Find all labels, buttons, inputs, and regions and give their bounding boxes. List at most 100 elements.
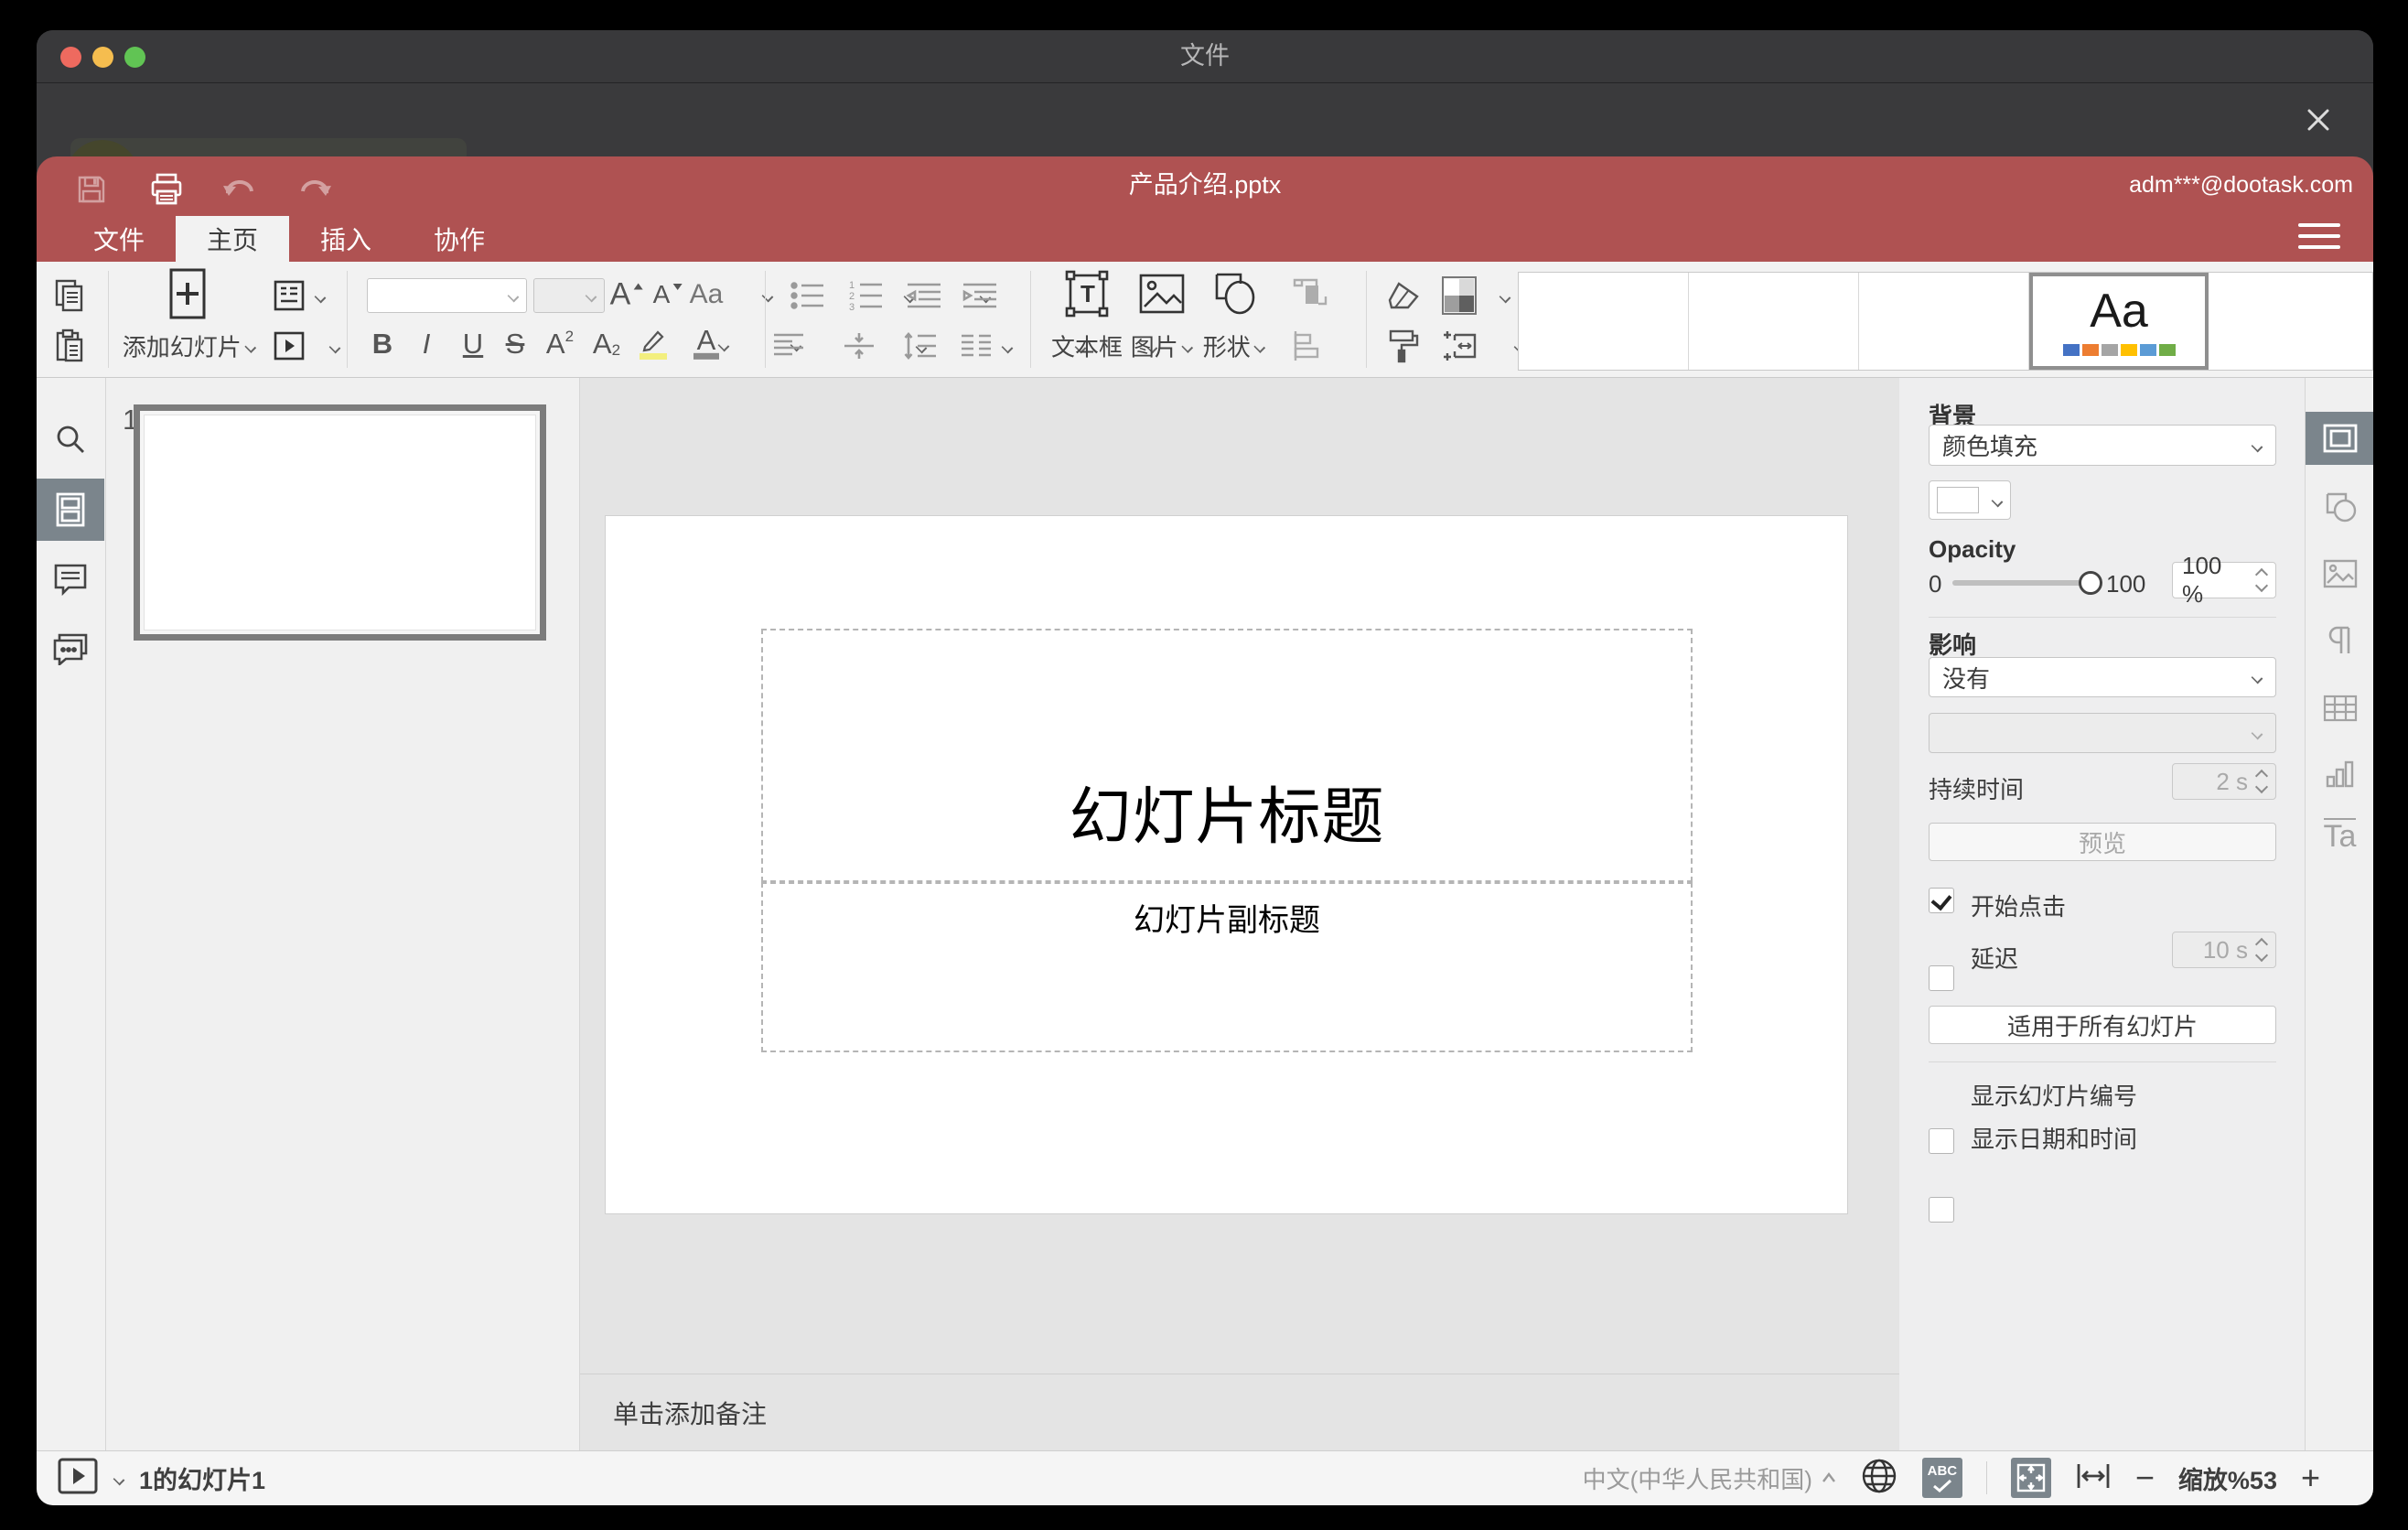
theme-option[interactable] [1859, 273, 2029, 370]
comments-icon[interactable] [37, 548, 104, 610]
slide-canvas[interactable]: 幻灯片标题 幻灯片副标题 [580, 378, 1899, 1374]
font-color-button[interactable]: A [693, 326, 719, 361]
close-icon[interactable] [2296, 98, 2340, 142]
slides-panel-icon[interactable] [37, 479, 104, 541]
columns-icon[interactable] [960, 332, 993, 360]
font-size-combo[interactable] [533, 278, 605, 313]
paragraph-settings-icon[interactable] [2306, 614, 2373, 667]
clear-style-icon[interactable] [1386, 280, 1421, 311]
shape-button[interactable]: 形状 [1203, 329, 1265, 363]
add-slide-icon[interactable] [165, 267, 210, 320]
add-slide-button[interactable]: 添加幻灯片 [123, 329, 256, 363]
slide-thumbnail[interactable] [134, 404, 546, 641]
search-icon[interactable] [37, 408, 104, 470]
highlight-color-button[interactable] [640, 329, 667, 360]
menu-icon[interactable] [2298, 220, 2340, 253]
spinner-arrows-icon[interactable] [2254, 937, 2269, 963]
fit-to-slide-button[interactable] [2010, 1458, 2051, 1498]
copy-icon[interactable] [53, 278, 86, 313]
slide-layout-icon[interactable] [272, 279, 306, 312]
arrange-icon[interactable] [1291, 276, 1329, 315]
show-slide-number-checkbox[interactable] [1929, 1128, 1954, 1154]
effect-type-select[interactable] [1929, 713, 2276, 753]
numbered-list-icon[interactable]: 123 [849, 280, 886, 311]
slide-layout-chevron-icon[interactable] [315, 291, 326, 302]
decrease-font-button[interactable]: A [653, 280, 683, 309]
image-icon[interactable] [1137, 272, 1187, 316]
opacity-spinner[interactable]: 100 % [2172, 552, 2276, 608]
text-art-settings-icon[interactable]: Ta [2306, 810, 2373, 863]
tab-insert[interactable]: 插入 [289, 216, 403, 262]
increase-font-button[interactable]: A [610, 277, 644, 313]
delay-checkbox[interactable] [1929, 965, 1954, 991]
align-shapes-icon[interactable] [1292, 329, 1328, 362]
background-color-picker[interactable] [1929, 480, 2011, 520]
start-on-click-checkbox[interactable] [1929, 888, 1954, 913]
shape-icon[interactable] [1209, 271, 1259, 317]
underline-button[interactable]: U [463, 328, 483, 361]
change-case-chevron-icon[interactable] [762, 290, 773, 301]
bullet-list-icon[interactable] [790, 281, 827, 310]
vertical-align-icon[interactable] [843, 331, 876, 361]
start-slideshow-icon[interactable] [272, 330, 306, 361]
slide-size-icon[interactable] [1440, 329, 1478, 362]
decrease-indent-icon[interactable] [906, 281, 942, 310]
shading-icon[interactable] [1441, 275, 1478, 316]
duration-spinner[interactable]: 2 s [2172, 763, 2276, 800]
slide[interactable]: 幻灯片标题 幻灯片副标题 [606, 516, 1847, 1213]
slideshow-mode-chevron-icon[interactable] [113, 1473, 124, 1484]
slide-settings-icon[interactable] [2306, 412, 2373, 465]
subscript-button[interactable]: A2 [593, 328, 620, 361]
table-settings-icon[interactable] [2306, 682, 2373, 735]
image-button[interactable]: 图片 [1131, 329, 1193, 363]
font-name-combo[interactable] [367, 278, 527, 313]
delay-spinner[interactable]: 10 s [2172, 932, 2276, 968]
tab-file[interactable]: 文件 [62, 216, 176, 262]
highlight-chevron-icon[interactable] [718, 339, 729, 350]
arrange-chevron-icon[interactable] [1500, 291, 1510, 302]
title-placeholder[interactable]: 幻灯片标题 [761, 629, 1693, 882]
line-spacing-icon[interactable] [903, 331, 938, 361]
vertical-align-chevron-icon[interactable] [1002, 341, 1013, 352]
increase-indent-icon[interactable] [962, 281, 998, 310]
preview-button[interactable]: 预览 [1929, 823, 2276, 861]
document-language-icon[interactable] [1860, 1457, 1898, 1500]
slideshow-chevron-icon[interactable] [329, 341, 340, 352]
language-selector[interactable]: 中文(中华人民共和国) [1583, 1461, 1836, 1495]
textbox-icon[interactable]: T [1063, 268, 1111, 319]
background-fill-select[interactable]: 颜色填充 [1929, 425, 2276, 466]
spinner-arrows-icon[interactable] [2254, 567, 2269, 593]
bold-button[interactable]: B [372, 328, 392, 361]
notes-area[interactable]: 单击添加备注 [580, 1374, 1899, 1450]
opacity-slider-track[interactable] [1952, 580, 2082, 586]
tab-collaboration[interactable]: 协作 [403, 216, 516, 262]
paste-icon[interactable] [54, 329, 85, 363]
effect-select[interactable]: 没有 [1929, 657, 2276, 697]
theme-option-selected[interactable]: Aa [2029, 273, 2209, 370]
subtitle-placeholder[interactable]: 幻灯片副标题 [761, 882, 1693, 1052]
start-slideshow-button[interactable] [57, 1457, 99, 1500]
chat-icon[interactable] [37, 618, 104, 680]
horizontal-align-icon[interactable] [772, 332, 805, 360]
italic-button[interactable]: I [423, 328, 431, 361]
superscript-button[interactable]: A2 [546, 328, 574, 361]
textbox-button[interactable]: 文本框 [1051, 329, 1123, 363]
opacity-slider-handle[interactable] [2079, 571, 2102, 595]
tab-home[interactable]: 主页 [176, 216, 290, 262]
zoom-in-button[interactable]: + [2301, 1461, 2320, 1494]
fit-to-width-button[interactable] [2075, 1462, 2112, 1494]
theme-option[interactable] [1519, 273, 1689, 370]
shape-settings-icon[interactable] [2306, 480, 2373, 533]
show-date-time-checkbox[interactable] [1929, 1197, 1954, 1223]
apply-to-all-slides-button[interactable]: 适用于所有幻灯片 [1929, 1006, 2276, 1044]
chart-settings-icon[interactable] [2306, 748, 2373, 801]
spinner-arrows-icon[interactable] [2254, 769, 2269, 794]
image-settings-icon[interactable] [2306, 547, 2373, 600]
theme-option[interactable] [2209, 273, 2373, 370]
copy-style-icon[interactable] [1387, 328, 1420, 364]
theme-option[interactable] [1689, 273, 1859, 370]
strikethrough-button[interactable]: S [506, 328, 525, 361]
zoom-out-button[interactable]: − [2135, 1461, 2155, 1494]
spellcheck-toggle[interactable]: ABC [1921, 1458, 1962, 1498]
change-case-button[interactable]: Aa [690, 279, 724, 310]
